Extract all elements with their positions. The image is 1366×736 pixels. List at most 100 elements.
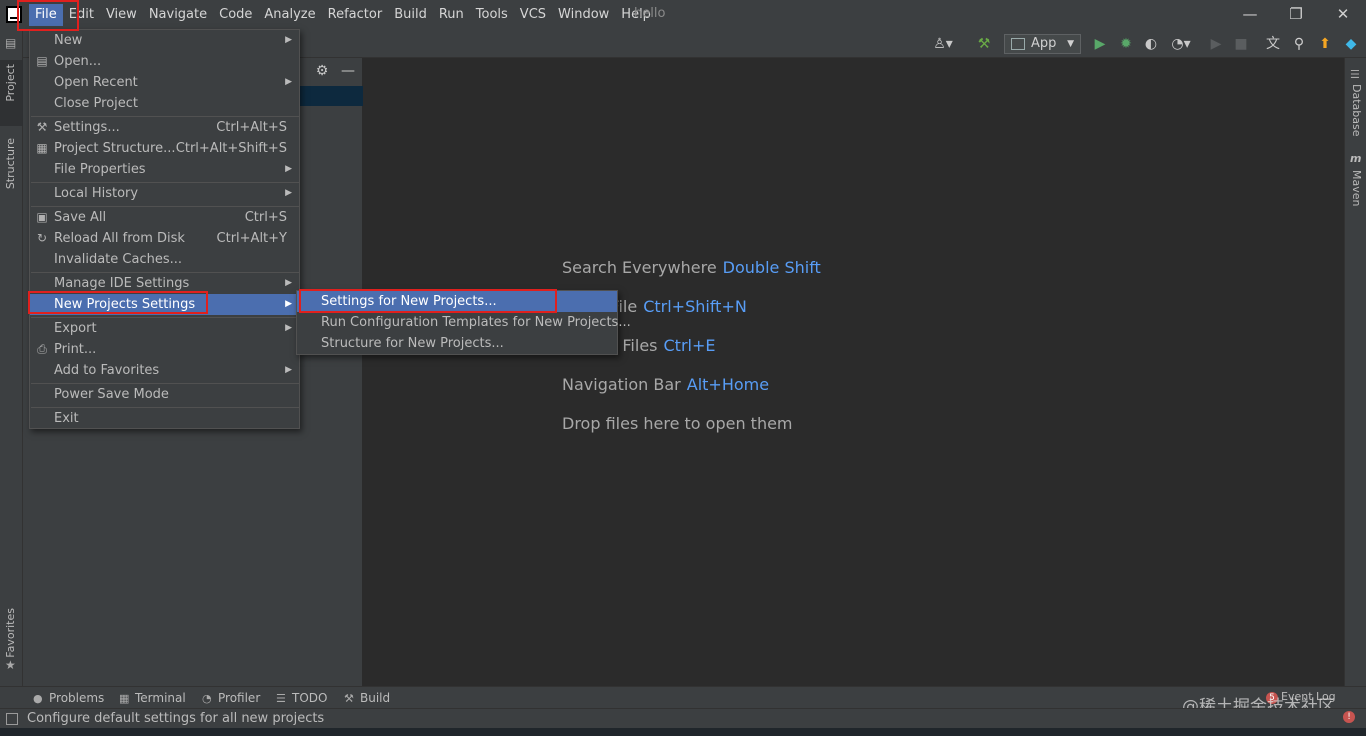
build-hammer-icon[interactable]: ⚒: [975, 35, 993, 53]
menu-item-local-history[interactable]: Local History ▶: [30, 183, 299, 204]
menu-item-shortcut: Ctrl+Alt+Y: [216, 231, 287, 246]
tool-profiler-label: Profiler: [218, 691, 261, 705]
stop-disabled-icon: ■: [1234, 36, 1248, 52]
error-indicator-icon[interactable]: !: [1343, 711, 1355, 723]
menu-item-label: Power Save Mode: [54, 387, 169, 402]
tool-build[interactable]: ⚒ Build: [344, 691, 390, 705]
menu-tools[interactable]: Tools: [470, 4, 514, 26]
gear-icon[interactable]: ⚙: [313, 62, 331, 80]
menu-item-settings[interactable]: ⚒ Settings... Ctrl+Alt+S: [30, 117, 299, 138]
menu-item-invalidate-caches[interactable]: Invalidate Caches...: [30, 249, 299, 270]
menu-item-save-all[interactable]: ▣ Save All Ctrl+S: [30, 207, 299, 228]
minus-icon[interactable]: —: [339, 62, 357, 80]
menu-item-new[interactable]: New ▶: [30, 30, 299, 51]
tab-project[interactable]: Project: [0, 60, 23, 126]
tool-terminal[interactable]: ▦ Terminal: [119, 691, 186, 705]
user-icon[interactable]: ♙▾: [930, 35, 956, 53]
tool-problems-label: Problems: [49, 691, 105, 705]
layout-toggle-icon[interactable]: [6, 713, 18, 725]
run-configuration-select[interactable]: App ▼: [1004, 34, 1081, 54]
menu-item-label: Project Structure...: [54, 141, 176, 156]
database-icon: ☰: [1350, 68, 1360, 81]
hint-label: Navigation Bar: [562, 375, 681, 394]
profiler-icon: ◔: [202, 692, 212, 705]
submenu-item-run-configuration-templates[interactable]: Run Configuration Templates for New Proj…: [297, 312, 631, 333]
profile-icon[interactable]: ◔▾: [1168, 35, 1194, 53]
hint-drop-files: Drop files here to open them: [562, 414, 793, 433]
folder-open-icon: ▤: [36, 54, 48, 68]
submenu-arrow-icon: ▶: [285, 365, 292, 375]
submenu-arrow-icon: ▶: [285, 188, 292, 198]
tool-terminal-label: Terminal: [135, 691, 186, 705]
hint-label: Search Everywhere: [562, 258, 717, 277]
chevron-down-icon: ▼: [1067, 39, 1074, 49]
debug-icon[interactable]: ✹: [1118, 35, 1134, 53]
update-icon[interactable]: ⬆: [1316, 35, 1334, 53]
menu-vcs[interactable]: VCS: [514, 4, 552, 26]
tool-problems[interactable]: ● Problems: [33, 691, 104, 705]
run-icon[interactable]: ▶: [1092, 35, 1108, 53]
tab-database[interactable]: Database: [1350, 84, 1363, 137]
menu-item-exit[interactable]: Exit: [30, 408, 299, 429]
menu-view[interactable]: View: [100, 4, 143, 26]
menu-item-label: Open Recent: [54, 75, 138, 90]
tab-maven[interactable]: Maven: [1350, 170, 1363, 206]
menu-item-label: Save All: [54, 210, 107, 225]
status-text: Configure default settings for all new p…: [27, 711, 325, 726]
menu-item-label: Run Configuration Templates for New Proj…: [321, 315, 631, 330]
hint-navigation-bar: Navigation Bar Alt+Home: [562, 375, 769, 394]
highlight-box-settings-for-new-projects: [299, 289, 557, 313]
translate-icon[interactable]: 文: [1264, 35, 1282, 53]
menu-item-shortcut: Ctrl+Alt+S: [216, 120, 287, 135]
menu-item-shortcut: Ctrl+Alt+Shift+S: [175, 141, 287, 156]
menu-bar: File Edit View Navigate Code Analyze Ref…: [29, 4, 657, 26]
file-menu: New ▶ ▤ Open... Open Recent ▶ Close Project…: [29, 29, 300, 429]
tab-project-label: Project: [4, 64, 17, 102]
menu-window[interactable]: Window: [552, 4, 615, 26]
menu-item-open[interactable]: ▤ Open...: [30, 51, 299, 72]
menu-item-label: Add to Favorites: [54, 363, 160, 378]
tool-build-label: Build: [360, 691, 391, 705]
search-icon[interactable]: ⚲: [1290, 35, 1308, 53]
submenu-arrow-icon: ▶: [285, 323, 292, 333]
terminal-icon: ▦: [119, 692, 130, 705]
restore-button[interactable]: ❐: [1284, 4, 1308, 24]
hint-key: Ctrl+Shift+N: [643, 297, 747, 316]
menu-navigate[interactable]: Navigate: [143, 4, 213, 26]
menu-refactor[interactable]: Refactor: [322, 4, 389, 26]
problems-icon: ●: [33, 692, 43, 705]
todo-icon: ☰: [276, 692, 286, 705]
menu-item-reload-all[interactable]: ↻ Reload All from Disk Ctrl+Alt+Y: [30, 228, 299, 249]
menu-item-label: Open...: [54, 54, 102, 69]
menu-item-label: Invalidate Caches...: [54, 252, 183, 267]
tool-profiler[interactable]: ◔ Profiler: [202, 691, 260, 705]
menu-item-power-save-mode[interactable]: Power Save Mode: [30, 384, 299, 405]
highlight-box-new-projects-settings: [28, 291, 208, 314]
menu-run[interactable]: Run: [433, 4, 470, 26]
submenu-arrow-icon: ▶: [285, 35, 292, 45]
coverage-icon[interactable]: ◐: [1143, 35, 1159, 53]
jetbrains-toolbox-icon[interactable]: ◆: [1342, 35, 1360, 53]
menu-item-close-project[interactable]: Close Project: [30, 93, 299, 114]
menu-item-open-recent[interactable]: Open Recent ▶: [30, 72, 299, 93]
submenu-arrow-icon: ▶: [285, 77, 292, 87]
menu-analyze[interactable]: Analyze: [258, 4, 321, 26]
close-window-button[interactable]: ✕: [1331, 4, 1355, 24]
hammer-icon: ⚒: [344, 692, 354, 705]
tool-todo[interactable]: ☰ TODO: [276, 691, 327, 705]
submenu-item-structure-for-new-projects[interactable]: Structure for New Projects...: [297, 333, 617, 354]
menu-item-print[interactable]: ⎙ Print...: [30, 339, 299, 360]
minimize-button[interactable]: —: [1238, 4, 1262, 24]
menu-item-file-properties[interactable]: File Properties ▶: [30, 159, 299, 180]
tab-structure[interactable]: Structure: [0, 134, 23, 210]
android-app-icon: [1011, 38, 1025, 50]
right-tool-strip: ☰ Database m Maven: [1344, 58, 1366, 686]
menu-build[interactable]: Build: [388, 4, 433, 26]
window-title: hello: [634, 6, 666, 21]
project-tree-selected-row[interactable]: [299, 86, 363, 106]
menu-item-add-to-favorites[interactable]: Add to Favorites ▶: [30, 360, 299, 381]
menu-item-export[interactable]: Export ▶: [30, 318, 299, 339]
folder-icon: ▤: [5, 36, 17, 50]
menu-code[interactable]: Code: [213, 4, 258, 26]
menu-item-project-structure[interactable]: ▦ Project Structure... Ctrl+Alt+Shift+S: [30, 138, 299, 159]
